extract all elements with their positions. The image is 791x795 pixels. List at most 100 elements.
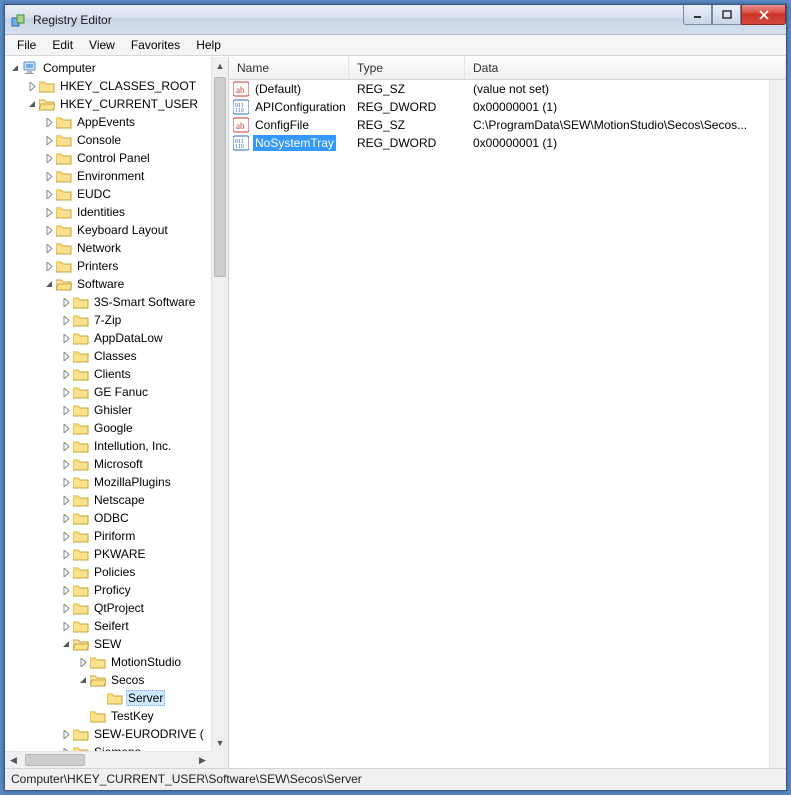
tree-node-computer[interactable]: Computer [5, 59, 211, 77]
tree-node-appevents[interactable]: AppEvents [5, 113, 211, 131]
tree-node-keyboard[interactable]: Keyboard Layout [5, 221, 211, 239]
value-row[interactable]: ConfigFile REG_SZ C:\ProgramData\SEW\Mot… [229, 116, 769, 134]
tree-node-ghisler[interactable]: Ghisler [5, 401, 211, 419]
column-header-data[interactable]: Data [465, 57, 786, 79]
scroll-right-icon[interactable]: ▶ [194, 752, 211, 768]
value-row[interactable]: APIConfiguration REG_DWORD 0x00000001 (1… [229, 98, 769, 116]
tree-node-gefanuc[interactable]: GE Fanuc [5, 383, 211, 401]
tree-node-printers[interactable]: Printers [5, 257, 211, 275]
scroll-thumb[interactable] [214, 77, 226, 277]
expander-icon[interactable] [26, 100, 39, 109]
expander-icon[interactable] [60, 604, 73, 613]
tree-node-zip7[interactable]: 7-Zip [5, 311, 211, 329]
expander-icon[interactable] [60, 298, 73, 307]
list-vertical-scrollbar[interactable] [769, 80, 786, 768]
tree-node-seifert[interactable]: Seifert [5, 617, 211, 635]
list-body[interactable]: (Default) REG_SZ (value not set) APIConf… [229, 80, 769, 768]
minimize-button[interactable] [683, 5, 712, 25]
expander-icon[interactable] [43, 226, 56, 235]
expander-icon[interactable] [43, 190, 56, 199]
expander-icon[interactable] [60, 442, 73, 451]
expander-icon[interactable] [60, 334, 73, 343]
scroll-down-icon[interactable]: ▼ [212, 734, 228, 751]
maximize-button[interactable] [712, 5, 741, 25]
titlebar[interactable]: Registry Editor [5, 5, 786, 35]
expander-icon[interactable] [60, 622, 73, 631]
tree-node-console[interactable]: Console [5, 131, 211, 149]
expander-icon[interactable] [77, 676, 90, 685]
tree-node-motionstudio[interactable]: MotionStudio [5, 653, 211, 671]
close-button[interactable] [741, 5, 786, 25]
tree-node-identities[interactable]: Identities [5, 203, 211, 221]
expander-icon[interactable] [60, 352, 73, 361]
scroll-up-icon[interactable]: ▲ [212, 57, 228, 74]
tree-node-piriform[interactable]: Piriform [5, 527, 211, 545]
tree-node-proficy[interactable]: Proficy [5, 581, 211, 599]
expander-icon[interactable] [43, 154, 56, 163]
expander-icon[interactable] [26, 82, 39, 91]
menu-edit[interactable]: Edit [44, 36, 81, 54]
expander-icon[interactable] [60, 496, 73, 505]
tree-node-microsoft[interactable]: Microsoft [5, 455, 211, 473]
tree-node-network[interactable]: Network [5, 239, 211, 257]
expander-icon[interactable] [60, 406, 73, 415]
tree-node-classes[interactable]: Classes [5, 347, 211, 365]
expander-icon[interactable] [60, 586, 73, 595]
expander-icon[interactable] [43, 280, 56, 289]
expander-icon[interactable] [60, 730, 73, 739]
tree-node-hkcu[interactable]: HKEY_CURRENT_USER [5, 95, 211, 113]
tree-node-hkcr[interactable]: HKEY_CLASSES_ROOT [5, 77, 211, 95]
expander-icon[interactable] [60, 514, 73, 523]
tree-node-testkey[interactable]: TestKey [5, 707, 211, 725]
tree-node-clients[interactable]: Clients [5, 365, 211, 383]
expander-icon[interactable] [43, 262, 56, 271]
value-row[interactable]: (Default) REG_SZ (value not set) [229, 80, 769, 98]
tree-node-seweurodrive[interactable]: SEW-EURODRIVE ( [5, 725, 211, 743]
tree-node-software[interactable]: Software [5, 275, 211, 293]
expander-icon[interactable] [60, 532, 73, 541]
tree-node-netscape[interactable]: Netscape [5, 491, 211, 509]
tree-node-server[interactable]: Server [5, 689, 211, 707]
tree-scroll[interactable]: Computer HKEY_CLASSES_ROOT HKEY_CURRENT_… [5, 57, 211, 751]
scroll-thumb[interactable] [25, 754, 85, 766]
tree-node-odbc[interactable]: ODBC [5, 509, 211, 527]
column-header-type[interactable]: Type [349, 57, 465, 79]
scroll-left-icon[interactable]: ◀ [5, 752, 22, 768]
expander-icon[interactable] [43, 172, 56, 181]
expander-icon[interactable] [77, 658, 90, 667]
tree-vertical-scrollbar[interactable]: ▲ ▼ [211, 57, 228, 751]
tree-node-mozilla[interactable]: MozillaPlugins [5, 473, 211, 491]
expander-icon[interactable] [60, 370, 73, 379]
tree-node-environment[interactable]: Environment [5, 167, 211, 185]
tree-node-policies[interactable]: Policies [5, 563, 211, 581]
expander-icon[interactable] [43, 136, 56, 145]
tree-node-s3s[interactable]: 3S-Smart Software [5, 293, 211, 311]
expander-icon[interactable] [60, 316, 73, 325]
tree-node-google[interactable]: Google [5, 419, 211, 437]
menu-view[interactable]: View [81, 36, 123, 54]
expander-icon[interactable] [43, 118, 56, 127]
tree-node-intellution[interactable]: Intellution, Inc. [5, 437, 211, 455]
expander-icon[interactable] [9, 64, 22, 73]
tree-node-appdatalow[interactable]: AppDataLow [5, 329, 211, 347]
tree-node-eudc[interactable]: EUDC [5, 185, 211, 203]
tree-node-secos[interactable]: Secos [5, 671, 211, 689]
tree-node-pkware[interactable]: PKWARE [5, 545, 211, 563]
expander-icon[interactable] [60, 550, 73, 559]
expander-icon[interactable] [43, 208, 56, 217]
expander-icon[interactable] [60, 424, 73, 433]
expander-icon[interactable] [60, 568, 73, 577]
expander-icon[interactable] [60, 460, 73, 469]
menu-help[interactable]: Help [188, 36, 229, 54]
menu-favorites[interactable]: Favorites [123, 36, 188, 54]
tree-horizontal-scrollbar[interactable]: ◀ ▶ [5, 751, 211, 768]
expander-icon[interactable] [43, 244, 56, 253]
column-header-name[interactable]: Name [229, 57, 349, 79]
expander-icon[interactable] [60, 478, 73, 487]
expander-icon[interactable] [60, 388, 73, 397]
tree-node-qtproject[interactable]: QtProject [5, 599, 211, 617]
value-row[interactable]: NoSystemTray REG_DWORD 0x00000001 (1) [229, 134, 769, 152]
expander-icon[interactable] [60, 640, 73, 649]
tree-node-sew[interactable]: SEW [5, 635, 211, 653]
menu-file[interactable]: File [9, 36, 44, 54]
